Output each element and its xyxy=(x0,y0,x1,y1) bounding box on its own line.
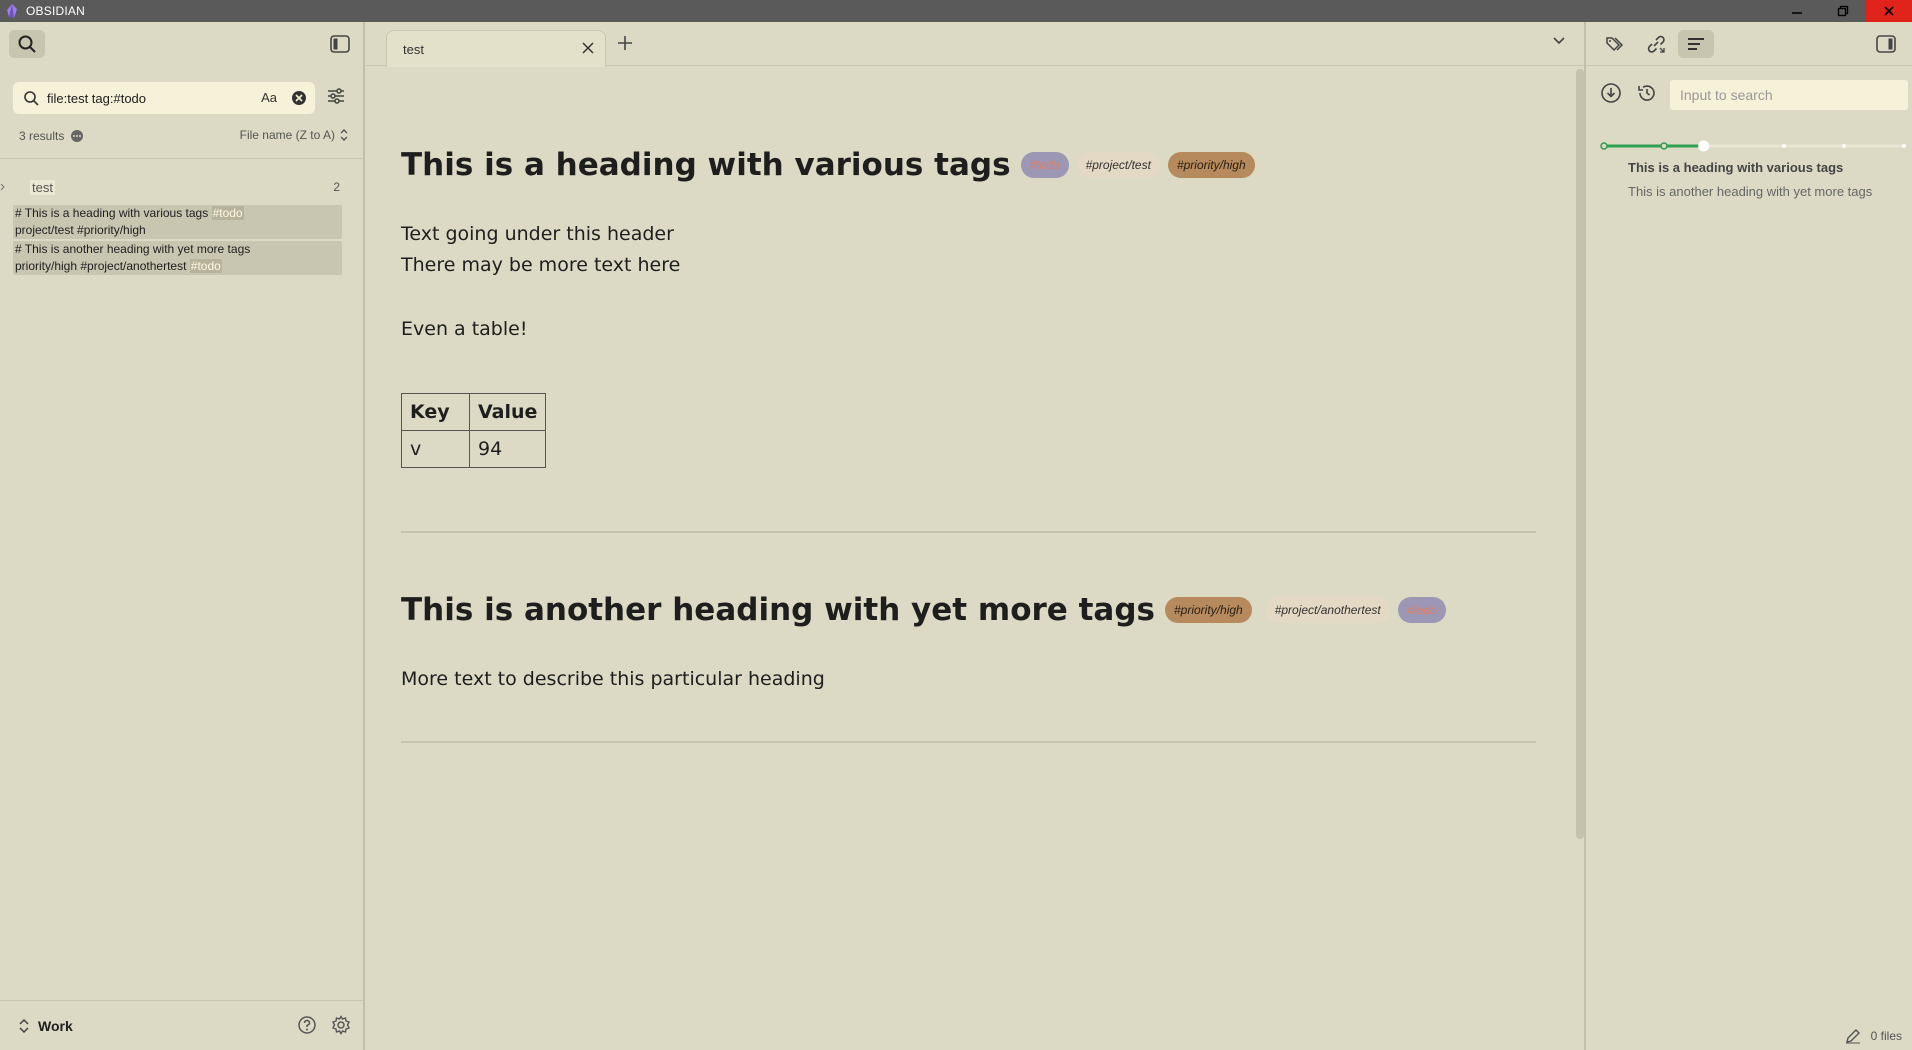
heading-1: This is another heading with yet more ta… xyxy=(401,592,1446,628)
search-match-2[interactable]: # This is another heading with yet more … xyxy=(13,241,342,275)
tag-priority-high[interactable]: #priority/high xyxy=(1167,152,1255,178)
results-summary: 3 results File name (Z to A) xyxy=(19,126,349,146)
search-result-file[interactable]: test 2 xyxy=(0,176,350,198)
sort-label: File name (Z to A) xyxy=(239,128,335,142)
left-sidebar-header xyxy=(0,22,363,66)
tag-todo[interactable]: #todo xyxy=(1020,152,1069,178)
vault-name: Work xyxy=(38,1017,73,1034)
collapse-right-sidebar-button[interactable] xyxy=(1868,30,1904,58)
result-file-name: test xyxy=(30,179,55,195)
divider xyxy=(0,158,363,159)
file-count: 0 files xyxy=(1870,1029,1902,1043)
heading-1: This is a heading with various tags #tod… xyxy=(401,147,1255,183)
outline-list-icon xyxy=(1687,36,1705,52)
search-icon xyxy=(17,34,37,54)
outline-search-input[interactable] xyxy=(1670,80,1908,110)
chevron-updown-icon xyxy=(18,1018,30,1033)
search-match-1[interactable]: # This is a heading with various tags #t… xyxy=(13,205,342,239)
outline-toolbar xyxy=(1600,82,1658,104)
sidebar-toggle-icon xyxy=(330,35,350,53)
match-text: # This is a heading with various tags xyxy=(15,206,212,220)
more-options-icon[interactable] xyxy=(70,129,84,143)
edit-pencil-icon[interactable] xyxy=(1845,1028,1861,1044)
search-input[interactable] xyxy=(47,90,237,106)
window-title: OBSIDIAN xyxy=(26,4,85,18)
text-line: Text going under this header xyxy=(401,223,674,245)
horizontal-rule xyxy=(401,531,1536,533)
close-tab-icon[interactable] xyxy=(581,41,595,55)
tags-icon xyxy=(1605,35,1627,53)
horizontal-rule xyxy=(401,741,1536,743)
text-line: There may be more text here xyxy=(401,254,681,276)
paragraph: Even a table! xyxy=(401,318,528,340)
outline-item[interactable]: This is another heading with yet more ta… xyxy=(1628,184,1872,199)
left-sidebar: Aa 3 results File name (Z to A) test 2 #… xyxy=(0,22,365,1050)
search-icon xyxy=(23,90,39,106)
tags-view-button[interactable] xyxy=(1598,30,1634,58)
outgoing-links-button[interactable] xyxy=(1638,30,1674,58)
paragraph: Text going under this header There may b… xyxy=(401,219,680,281)
tab-list-chevron-down-icon[interactable] xyxy=(1552,36,1566,46)
minimize-button[interactable] xyxy=(1774,0,1820,22)
table-cell: 94 xyxy=(468,430,547,468)
table-row: v 94 xyxy=(401,430,547,468)
help-icon[interactable] xyxy=(297,1015,317,1035)
new-tab-plus-icon[interactable] xyxy=(616,34,634,52)
vault-switcher[interactable]: Work xyxy=(18,1018,73,1034)
search-settings-icon[interactable] xyxy=(326,86,346,106)
restore-button[interactable] xyxy=(1820,0,1866,22)
tab-bar: test xyxy=(366,22,1584,67)
table-header-cell: Key xyxy=(401,393,470,431)
right-sidebar-header xyxy=(1586,22,1912,66)
clear-search-icon[interactable] xyxy=(291,90,307,106)
paragraph: More text to describe this particular he… xyxy=(401,668,825,690)
close-window-button[interactable] xyxy=(1866,0,1912,22)
sidebar-toggle-icon xyxy=(1876,35,1896,53)
chevron-updown-icon xyxy=(339,129,349,141)
table-header-row: Key Value xyxy=(401,393,547,431)
status-bar: 0 files xyxy=(1845,1028,1902,1044)
match-text: priority/high #project/anothertest xyxy=(15,259,190,273)
sort-dropdown[interactable]: File name (Z to A) xyxy=(240,128,349,142)
tab-test[interactable]: test xyxy=(386,30,606,67)
heading-level-slider[interactable] xyxy=(1600,140,1906,152)
download-circle-icon[interactable] xyxy=(1600,82,1622,104)
heading-text: This is a heading with various tags xyxy=(401,147,1011,183)
title-bar: OBSIDIAN xyxy=(0,0,1912,22)
vault-footer: Work xyxy=(0,1000,363,1050)
outline-view-button[interactable] xyxy=(1678,30,1714,58)
match-case-toggle[interactable]: Aa xyxy=(261,90,277,105)
match-text: project/test #priority/high xyxy=(15,223,146,237)
collapse-indicator-icon[interactable] xyxy=(0,183,6,191)
match-highlight: #todo xyxy=(189,259,222,273)
match-highlight: #todo xyxy=(211,206,244,220)
link-icon xyxy=(1646,35,1666,53)
match-text: # This is another heading with yet more … xyxy=(15,242,251,256)
outline-item[interactable]: This is a heading with various tags xyxy=(1628,160,1843,175)
tab-title: test xyxy=(403,41,424,57)
editor-scrollbar[interactable] xyxy=(1576,69,1584,839)
settings-gear-icon[interactable] xyxy=(331,1015,351,1035)
history-icon[interactable] xyxy=(1636,82,1658,104)
tag-todo[interactable]: #todo xyxy=(1397,597,1446,623)
table-header-cell: Value xyxy=(468,393,547,431)
collapse-left-sidebar-button[interactable] xyxy=(322,30,358,58)
result-match-count: 2 xyxy=(333,180,340,194)
search-box: Aa xyxy=(13,82,315,114)
tag-project-anothertest[interactable]: #project/anothertest xyxy=(1265,597,1390,623)
table-cell: v xyxy=(401,430,470,468)
obsidian-logo-icon xyxy=(4,3,20,19)
search-tab-button[interactable] xyxy=(9,30,45,58)
editor-pane[interactable]: This is a heading with various tags #tod… xyxy=(366,67,1584,1050)
results-count: 3 results xyxy=(19,129,65,143)
tag-priority-high[interactable]: #priority/high xyxy=(1165,597,1252,623)
data-table: Key Value v 94 xyxy=(401,393,547,468)
right-sidebar: This is a heading with various tags This… xyxy=(1584,22,1912,1050)
tag-project-test[interactable]: #project/test xyxy=(1076,152,1160,178)
heading-text: This is another heading with yet more ta… xyxy=(401,592,1155,628)
